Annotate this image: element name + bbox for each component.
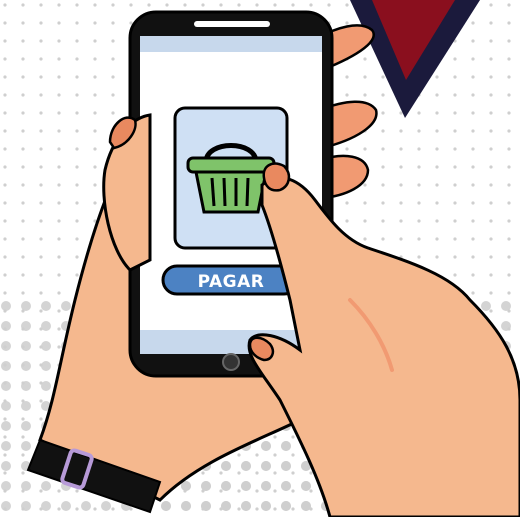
illustration-scene: PAGAR — [0, 0, 520, 517]
pay-button[interactable]: PAGAR — [161, 264, 300, 296]
index-fingernail — [262, 162, 291, 192]
home-button[interactable] — [222, 353, 240, 371]
phone-shopping-illustration: PAGAR — [0, 0, 520, 517]
screen-top-bar — [140, 36, 322, 52]
phone-speaker — [194, 21, 270, 27]
pay-button-label: PAGAR — [198, 272, 265, 292]
